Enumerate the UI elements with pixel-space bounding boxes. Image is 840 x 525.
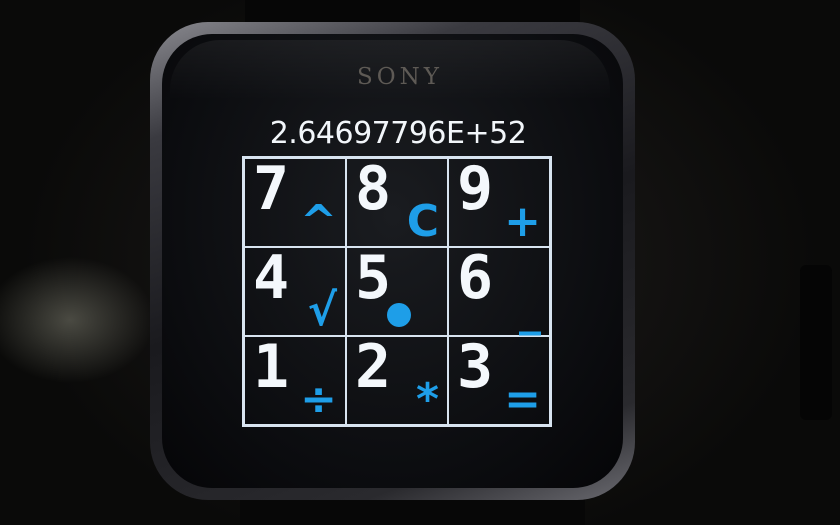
decimal-point-icon — [387, 303, 411, 327]
key-7-power[interactable]: 7 ^ — [244, 158, 346, 247]
digit-1: 1 — [253, 332, 290, 402]
digit-8: 8 — [355, 154, 392, 224]
photo-scene: SONY 2.64697796E+52 7 ^ 8 C 9 + 4 √ 5 6 … — [0, 0, 840, 525]
calculator-keypad: 7 ^ 8 C 9 + 4 √ 5 6 _ 1 ÷ 2 * 3 = — [242, 156, 552, 427]
multiply-operator: * — [415, 374, 439, 425]
key-9-add[interactable]: 9 + — [448, 158, 550, 247]
power-operator: ^ — [300, 196, 337, 247]
digit-7: 7 — [253, 154, 290, 224]
digit-4: 4 — [253, 243, 290, 313]
calculator-display: 2.64697796E+52 — [269, 116, 527, 151]
key-8-clear[interactable]: 8 C — [346, 158, 448, 247]
key-4-sqrt[interactable]: 4 √ — [244, 247, 346, 336]
digit-3: 3 — [457, 332, 494, 402]
equals-operator: = — [504, 374, 541, 425]
divide-operator: ÷ — [300, 374, 337, 425]
key-5-decimal[interactable]: 5 — [346, 247, 448, 336]
clear-operator: C — [406, 196, 439, 247]
digit-9: 9 — [457, 154, 494, 224]
subtract-operator: _ — [519, 285, 541, 336]
key-1-divide[interactable]: 1 ÷ — [244, 336, 346, 425]
add-operator: + — [504, 196, 541, 247]
watch-side-button[interactable] — [800, 265, 832, 420]
digit-2: 2 — [355, 332, 392, 402]
key-2-multiply[interactable]: 2 * — [346, 336, 448, 425]
key-3-equals[interactable]: 3 = — [448, 336, 550, 425]
digit-6: 6 — [457, 243, 494, 313]
key-6-subtract[interactable]: 6 _ — [448, 247, 550, 336]
sqrt-operator: √ — [307, 285, 337, 336]
digit-5: 5 — [355, 243, 392, 313]
brand-logo: SONY — [357, 64, 443, 90]
